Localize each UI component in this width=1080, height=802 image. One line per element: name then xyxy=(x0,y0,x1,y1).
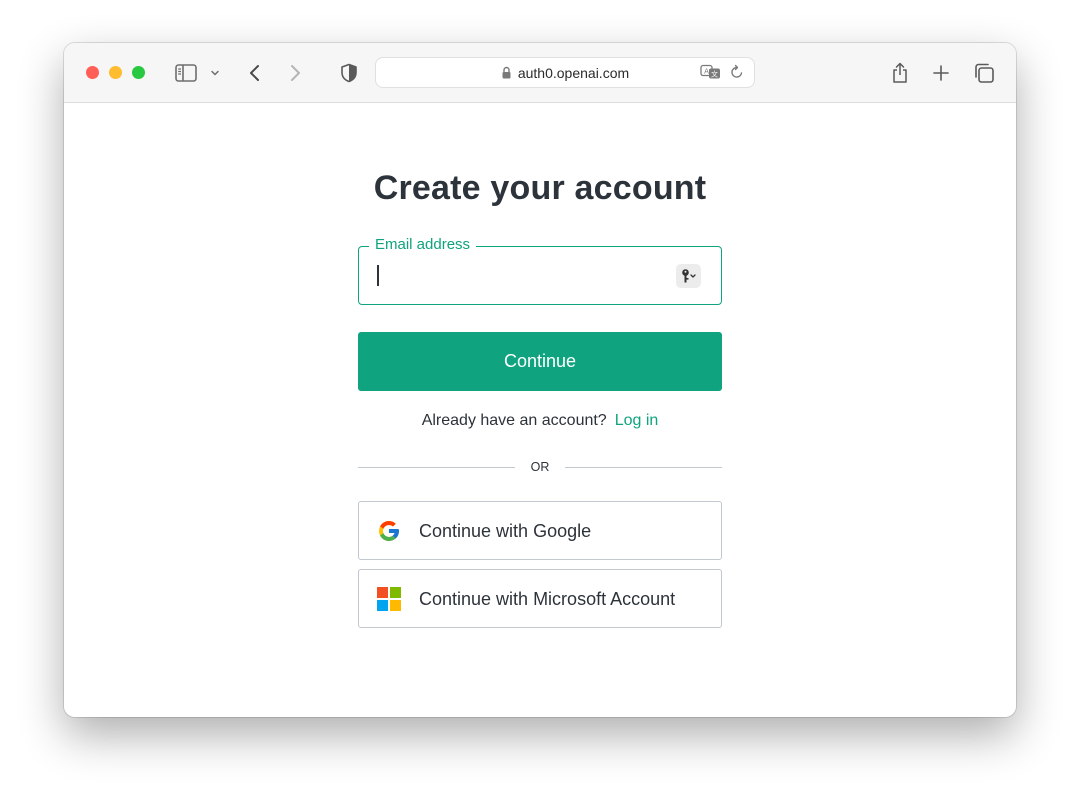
microsoft-logo-icon xyxy=(377,587,401,611)
continue-with-microsoft-button[interactable]: Continue with Microsoft Account xyxy=(358,569,722,628)
share-icon[interactable] xyxy=(889,60,911,86)
address-bar-content: auth0.openai.com xyxy=(376,58,754,87)
tabs-overview-icon[interactable] xyxy=(972,60,996,86)
browser-window: auth0.openai.com A 文 Create your account… xyxy=(64,43,1016,717)
translate-icon[interactable]: A 文 xyxy=(700,64,722,85)
or-divider: OR xyxy=(358,457,722,477)
microsoft-button-label: Continue with Microsoft Account xyxy=(419,589,676,609)
url-text: auth0.openai.com xyxy=(517,64,630,81)
forward-icon[interactable] xyxy=(286,60,304,86)
login-prompt-text: Already have an account? xyxy=(421,412,607,429)
google-logo-icon xyxy=(377,519,401,543)
continue-with-google-button[interactable]: Continue with Google xyxy=(358,501,722,560)
svg-text:A: A xyxy=(704,68,709,76)
email-input[interactable] xyxy=(375,261,659,291)
svg-text:文: 文 xyxy=(711,70,718,79)
shield-icon[interactable] xyxy=(339,60,359,86)
browser-toolbar: auth0.openai.com A 文 xyxy=(64,43,1016,103)
screenshot-stage: auth0.openai.com A 文 Create your account… xyxy=(0,0,1080,802)
sidebar-icon[interactable] xyxy=(174,60,198,86)
divider-line-right xyxy=(565,467,722,468)
zoom-window-button[interactable] xyxy=(132,66,145,79)
continue-button[interactable]: Continue xyxy=(358,332,722,391)
login-link[interactable]: Log in xyxy=(615,412,659,429)
page-content: Create your account Email address Contin… xyxy=(64,103,1016,717)
reload-icon[interactable] xyxy=(730,64,744,85)
text-caret xyxy=(377,265,379,286)
email-field-label: Email address xyxy=(369,236,477,254)
email-field[interactable]: Email address xyxy=(358,236,722,305)
login-prompt: Already have an account? Log in xyxy=(64,412,1016,430)
address-bar[interactable]: auth0.openai.com A 文 xyxy=(375,57,755,88)
page-title: Create your account xyxy=(373,169,707,207)
minimize-window-button[interactable] xyxy=(109,66,122,79)
lock-icon xyxy=(501,66,512,79)
close-window-button[interactable] xyxy=(86,66,99,79)
address-bar-actions: A 文 xyxy=(700,64,744,85)
chevron-down-icon[interactable] xyxy=(209,60,221,86)
new-tab-icon[interactable] xyxy=(930,60,952,86)
key-icon[interactable] xyxy=(676,264,701,288)
google-button-label: Continue with Google xyxy=(419,521,592,541)
back-icon[interactable] xyxy=(246,60,264,86)
